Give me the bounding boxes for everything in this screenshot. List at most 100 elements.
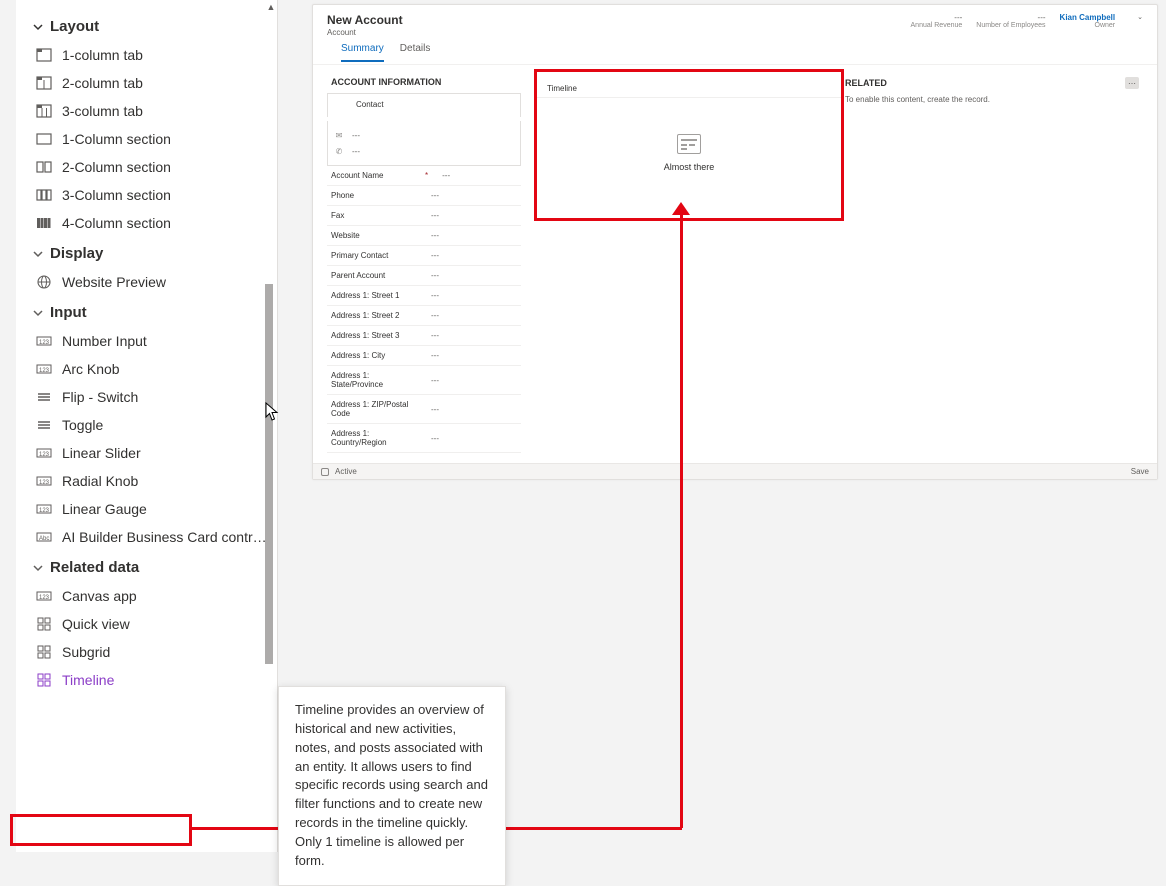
- header-field-annual-revenue[interactable]: --- Annual Revenue: [911, 13, 963, 29]
- item-label: Subgrid: [62, 644, 110, 660]
- chevron-down-icon: [32, 307, 44, 319]
- tab-3col-icon: [36, 103, 52, 119]
- field-row[interactable]: Parent Account---: [327, 266, 521, 286]
- component-2-column-tab[interactable]: 2-column tab: [22, 69, 277, 97]
- sidebar-scrollbar[interactable]: [263, 0, 275, 852]
- component-1-column-tab[interactable]: 1-column tab: [22, 41, 277, 69]
- component-toggle[interactable]: Toggle: [22, 411, 277, 439]
- grid-icon: [36, 672, 52, 688]
- section-title: Input: [50, 304, 87, 321]
- component-radial-knob[interactable]: 123 Radial Knob: [22, 467, 277, 495]
- tab-1col-icon: [36, 47, 52, 63]
- header-field-employees[interactable]: --- Number of Employees: [976, 13, 1045, 29]
- section-title: ACCOUNT INFORMATION: [327, 75, 521, 93]
- contact-card[interactable]: Contact: [327, 93, 521, 117]
- tab-summary[interactable]: Summary: [341, 39, 384, 62]
- field-row[interactable]: Primary Contact---: [327, 246, 521, 266]
- field-row[interactable]: Fax---: [327, 206, 521, 226]
- field-value: ---: [421, 351, 515, 360]
- component-subgrid[interactable]: Subgrid: [22, 638, 277, 666]
- section-header-input[interactable]: Input: [22, 296, 277, 327]
- chevron-down-icon: [32, 562, 44, 574]
- calendar-icon: [677, 134, 701, 154]
- timeline-placeholder: Almost there: [537, 98, 841, 208]
- number-icon: 123: [36, 473, 52, 489]
- component-2-column-section[interactable]: 2-Column section: [22, 153, 277, 181]
- sec-2col-icon: [36, 159, 52, 175]
- item-label: Linear Gauge: [62, 501, 147, 517]
- component-3-column-tab[interactable]: 3-column tab: [22, 97, 277, 125]
- required-indicator: *: [425, 171, 428, 180]
- section-header-layout[interactable]: Layout: [22, 10, 277, 41]
- chevron-down-icon[interactable]: ⌄: [1137, 13, 1143, 21]
- field-row[interactable]: Address 1: Street 2---: [327, 306, 521, 326]
- sidebar-scrollbar-thumb[interactable]: [265, 284, 273, 664]
- field-row[interactable]: Address 1: Country/Region---: [327, 424, 521, 453]
- component-3-column-section[interactable]: 3-Column section: [22, 181, 277, 209]
- field-row[interactable]: Website---: [327, 226, 521, 246]
- field-label: Address 1: ZIP/Postal Code: [331, 400, 421, 418]
- footer-save[interactable]: Save: [1131, 467, 1149, 476]
- section-header-related[interactable]: Related data: [22, 551, 277, 582]
- item-label: Quick view: [62, 616, 130, 632]
- field-value: ---: [421, 376, 515, 385]
- contact-phone-row[interactable]: ✆ ---: [334, 143, 514, 159]
- timeline-title: Timeline: [537, 72, 841, 98]
- chevron-down-icon: [32, 21, 44, 33]
- timeline-control[interactable]: Timeline Almost there: [534, 69, 844, 221]
- field-row[interactable]: Address 1: ZIP/Postal Code---: [327, 395, 521, 424]
- globe-icon: [36, 274, 52, 290]
- svg-text:123: 123: [39, 340, 50, 346]
- field-label: Website: [331, 231, 421, 240]
- svg-text:123: 123: [39, 452, 50, 458]
- field-row[interactable]: Address 1: City---: [327, 346, 521, 366]
- related-more-button[interactable]: ⋯: [1125, 77, 1139, 89]
- component-ai-builder-card[interactable]: Abc AI Builder Business Card contr…: [22, 523, 277, 551]
- field-row[interactable]: Phone---: [327, 186, 521, 206]
- footer-status: Active: [335, 467, 357, 476]
- form-title: New Account: [327, 13, 444, 27]
- component-canvas-app[interactable]: 123 Canvas app: [22, 582, 277, 610]
- component-number-input[interactable]: 123 Number Input: [22, 327, 277, 355]
- item-label: 3-Column section: [62, 187, 171, 203]
- form-preview-canvas: New Account Account Summary Details --- …: [312, 4, 1158, 480]
- item-label: 2-Column section: [62, 159, 171, 175]
- section-header-display[interactable]: Display: [22, 237, 277, 268]
- field-value: ---: [421, 331, 515, 340]
- component-arc-knob[interactable]: 123 Arc Knob: [22, 355, 277, 383]
- field-value: ---: [421, 434, 515, 443]
- component-linear-slider[interactable]: 123 Linear Slider: [22, 439, 277, 467]
- field-label: Address 1: City: [331, 351, 421, 360]
- component-website-preview[interactable]: Website Preview: [22, 268, 277, 296]
- section-account-information: ACCOUNT INFORMATION Contact ✉ --- ✆ --- …: [327, 75, 521, 463]
- field-row[interactable]: Address 1: Street 3---: [327, 326, 521, 346]
- grid-icon: [36, 616, 52, 632]
- header-field-owner[interactable]: Kian Campbell Owner: [1060, 13, 1116, 29]
- field-row[interactable]: Address 1: Street 1---: [327, 286, 521, 306]
- field-row[interactable]: Account Name*---: [327, 166, 521, 186]
- field-value: ---: [421, 291, 515, 300]
- component-flip-switch[interactable]: Flip - Switch: [22, 383, 277, 411]
- tab-2col-icon: [36, 75, 52, 91]
- form-footer: Active Save: [313, 463, 1157, 479]
- timeline-message: Almost there: [664, 162, 715, 172]
- component-linear-gauge[interactable]: 123 Linear Gauge: [22, 495, 277, 523]
- field-label: Address 1: Street 3: [331, 331, 421, 340]
- related-title: RELATED: [845, 78, 887, 88]
- number-icon: 123: [36, 445, 52, 461]
- field-row[interactable]: Address 1: State/Province---: [327, 366, 521, 395]
- tab-details[interactable]: Details: [400, 39, 431, 62]
- component-4-column-section[interactable]: 4-Column section: [22, 209, 277, 237]
- contact-email-row[interactable]: ✉ ---: [334, 127, 514, 143]
- sec-3col-icon: [36, 187, 52, 203]
- component-quick-view[interactable]: Quick view: [22, 610, 277, 638]
- component-1-column-section[interactable]: 1-Column section: [22, 125, 277, 153]
- field-label: Address 1: State/Province: [331, 371, 421, 389]
- svg-text:123: 123: [39, 508, 50, 514]
- mouse-cursor-icon: [265, 402, 279, 422]
- annotation-arrow-head: [672, 202, 690, 215]
- field-value: ---: [421, 405, 515, 414]
- item-label: Number Input: [62, 333, 147, 349]
- component-timeline[interactable]: Timeline: [22, 666, 277, 694]
- sec-4col-icon: [36, 215, 52, 231]
